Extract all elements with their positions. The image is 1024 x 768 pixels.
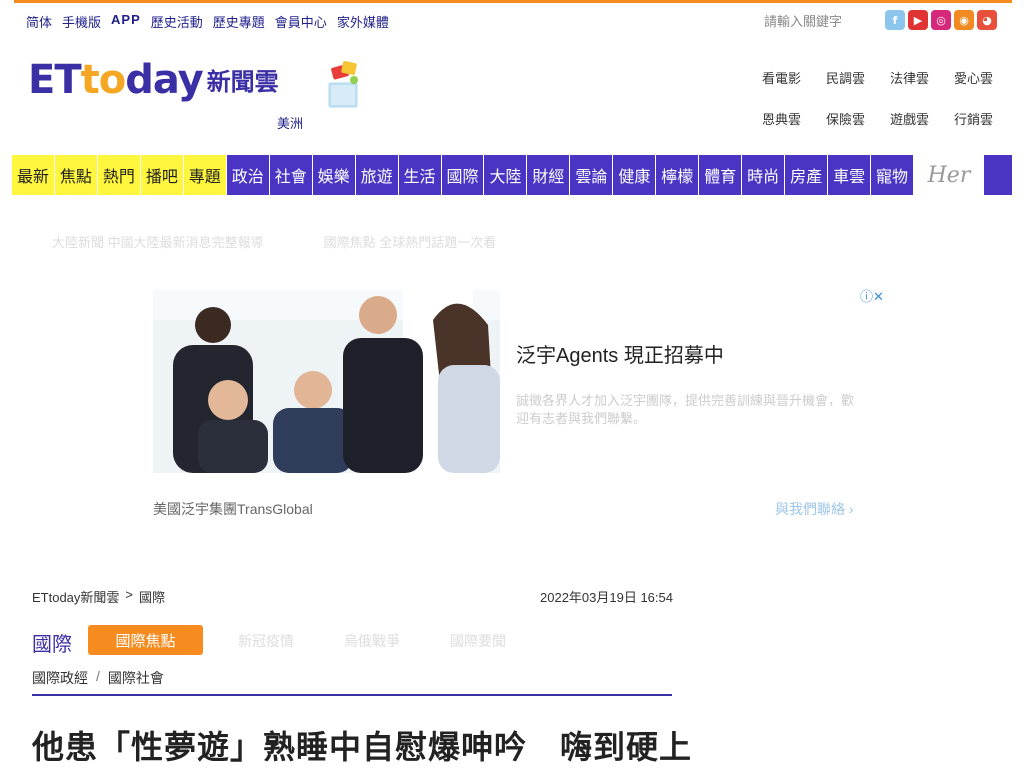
- link-app[interactable]: APP: [111, 12, 141, 31]
- nav-opinion[interactable]: 雲論: [570, 155, 614, 195]
- nav-sports[interactable]: 體育: [699, 155, 743, 195]
- subsite-movie[interactable]: 看電影: [762, 68, 826, 87]
- nav-finance[interactable]: 財經: [527, 155, 571, 195]
- rss-icon[interactable]: ◉: [954, 10, 974, 30]
- category-politics-economy[interactable]: 國際政經: [32, 668, 88, 688]
- nav-more-button[interactable]: [983, 155, 1012, 195]
- breadcrumb: ETtoday新聞雲 > 國際: [32, 587, 165, 606]
- instagram-icon[interactable]: ◎: [931, 10, 951, 30]
- ad-image[interactable]: [153, 290, 500, 473]
- ticker-item[interactable]: 大陸新聞 中國大陸最新消息完整報導: [52, 232, 264, 251]
- top-accent-bar: [14, 0, 1012, 3]
- link-outdoor-media[interactable]: 家外媒體: [337, 12, 389, 31]
- nav-her[interactable]: Her: [914, 155, 984, 195]
- category-separator: /: [96, 668, 100, 684]
- logo-today: today: [80, 57, 204, 103]
- news-ticker: 大陸新聞 中國大陸最新消息完整報導 國際焦點 全球熱門話題一次看: [52, 232, 652, 251]
- search-input[interactable]: 請輸入關鍵字: [764, 11, 874, 30]
- subsite-links: 看電影 民調雲 法律雲 愛心雲 恩典雲 保險雲 遊戲雲 行銷雲: [762, 68, 1018, 128]
- site-logo[interactable]: ET today 新聞雲: [28, 60, 279, 100]
- nav-china[interactable]: 大陸: [484, 155, 528, 195]
- subsite-game[interactable]: 遊戲雲: [890, 109, 954, 128]
- mascot-icon[interactable]: [324, 60, 362, 110]
- nav-focus[interactable]: 焦點: [54, 155, 98, 195]
- facebook-icon[interactable]: f: [885, 10, 905, 30]
- nav-latest[interactable]: 最新: [12, 155, 55, 195]
- breadcrumb-home[interactable]: ETtoday新聞雲: [32, 587, 119, 606]
- nav-politics[interactable]: 政治: [226, 155, 270, 195]
- publish-date: 2022年03月19日 16:54: [540, 590, 673, 605]
- link-mobile[interactable]: 手機版: [62, 12, 101, 31]
- social-icons: f ▶ ◎ ◉ ◕: [885, 10, 997, 30]
- youtube-icon[interactable]: ▶: [908, 10, 928, 30]
- subtab-item[interactable]: 新冠疫情: [238, 631, 294, 651]
- section-divider: [32, 694, 672, 696]
- region-label[interactable]: 美洲: [277, 113, 303, 132]
- subsite-insurance[interactable]: 保險雲: [826, 109, 890, 128]
- nav-travel[interactable]: 旅遊: [355, 155, 399, 195]
- nav-fashion[interactable]: 時尚: [742, 155, 786, 195]
- nav-topics[interactable]: 專題: [183, 155, 227, 195]
- weibo-icon[interactable]: ◕: [977, 10, 997, 30]
- nav-life[interactable]: 生活: [398, 155, 442, 195]
- subsite-charity[interactable]: 愛心雲: [954, 68, 1018, 87]
- subsite-law[interactable]: 法律雲: [890, 68, 954, 87]
- category-links: 國際政經 / 國際社會: [32, 668, 164, 688]
- link-simplified[interactable]: 简体: [26, 12, 52, 31]
- breadcrumb-separator: >: [125, 587, 134, 602]
- ad-title[interactable]: 泛宇Agents 現正招募中: [516, 339, 724, 368]
- nav-realestate[interactable]: 房產: [785, 155, 829, 195]
- ad-description: 誠徵各界人才加入泛宇團隊，提供完善訓練與晉升機會，歡迎有志者與我們聯繫。: [516, 393, 855, 426]
- nav-cars[interactable]: 車雲: [828, 155, 872, 195]
- subsite-poll[interactable]: 民調雲: [826, 68, 890, 87]
- section-title[interactable]: 國際: [32, 628, 72, 657]
- subsite-marketing[interactable]: 行銷雲: [954, 109, 1018, 128]
- ticker-item[interactable]: 國際焦點 全球熱門話題一次看: [324, 232, 497, 251]
- ad-advertiser: 美國泛宇集團TransGlobal: [153, 501, 313, 517]
- nav-broadcast[interactable]: 播吧: [140, 155, 184, 195]
- nav-international[interactable]: 國際: [441, 155, 485, 195]
- nav-entertainment[interactable]: 娛樂: [312, 155, 356, 195]
- logo-et: ET: [28, 57, 82, 103]
- top-links: 简体 手機版 APP 歷史活動 歷史專題 會員中心 家外媒體: [26, 12, 389, 31]
- link-events[interactable]: 歷史活動: [151, 12, 203, 31]
- ad-cta-link[interactable]: 與我們聯絡 ›: [775, 499, 854, 519]
- article-headline: 他患「性夢遊」熟睡中自慰爆呻吟 嗨到硬上: [32, 729, 693, 765]
- chevron-right-icon: ›: [848, 501, 854, 517]
- logo-cloud: 新聞雲: [206, 69, 279, 96]
- category-society[interactable]: 國際社會: [108, 668, 164, 688]
- section-subtabs: 新冠疫情 烏俄戰爭 國際要聞: [238, 631, 506, 651]
- nav-hot[interactable]: 熱門: [97, 155, 141, 195]
- nav-lemon[interactable]: 檸檬: [656, 155, 700, 195]
- international-focus-button[interactable]: 國際焦點: [88, 625, 203, 655]
- subtab-item[interactable]: 烏俄戰爭: [344, 631, 400, 651]
- link-member[interactable]: 會員中心: [275, 12, 327, 31]
- subsite-grace[interactable]: 恩典雲: [762, 109, 826, 128]
- nav-pets[interactable]: 寵物: [871, 155, 915, 195]
- link-topics[interactable]: 歷史專題: [213, 12, 265, 31]
- main-nav: 最新 焦點 熱門 播吧 專題 政治 社會 娛樂 旅遊 生活 國際 大陸 財經 雲…: [12, 155, 1012, 195]
- ad-choices-icon[interactable]: ⓘ✕: [860, 286, 884, 305]
- breadcrumb-section[interactable]: 國際: [139, 587, 165, 606]
- nav-health[interactable]: 健康: [613, 155, 657, 195]
- subtab-item[interactable]: 國際要聞: [450, 631, 506, 651]
- nav-society[interactable]: 社會: [269, 155, 313, 195]
